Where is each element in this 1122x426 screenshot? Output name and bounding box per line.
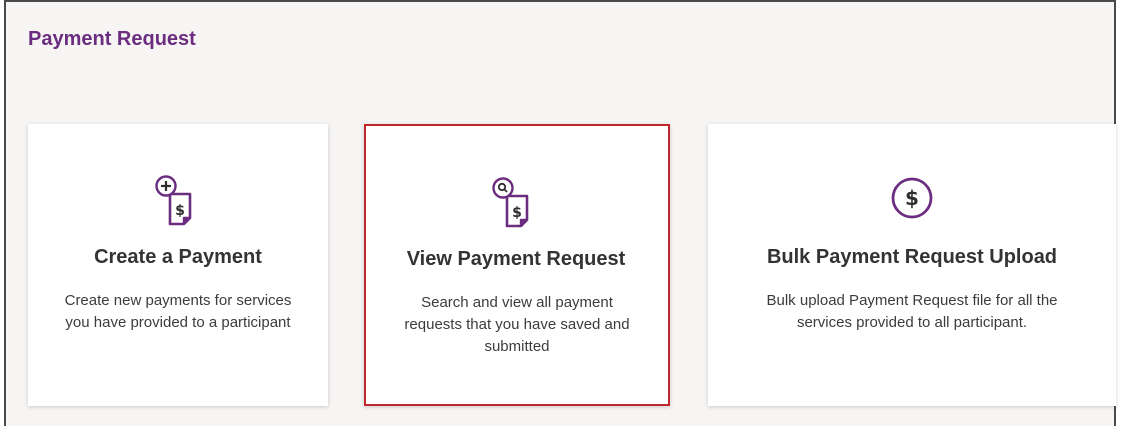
view-payment-request-card[interactable]: $ View Payment Request Search and view a… <box>364 124 670 406</box>
bulk-payment-upload-card[interactable]: $ Bulk Payment Request Upload Bulk uploa… <box>708 124 1116 406</box>
document-search-dollar-icon: $ <box>492 177 529 228</box>
svg-text:$: $ <box>512 205 522 221</box>
card-title: Create a Payment <box>94 246 262 268</box>
page-title: Payment Request <box>28 28 196 50</box>
create-payment-card[interactable]: $ Create a Payment Create new payments f… <box>28 124 328 406</box>
card-description: Create new payments for services you hav… <box>64 292 292 331</box>
document-plus-dollar-icon: $ <box>155 175 192 226</box>
dollar-circle-icon: $ <box>891 177 933 219</box>
payment-request-panel: Payment Request $ Create a Payment Creat… <box>4 0 1116 426</box>
svg-text:$: $ <box>905 186 919 210</box>
card-title: Bulk Payment Request Upload <box>766 246 1058 268</box>
svg-text:$: $ <box>175 203 185 219</box>
card-description: Bulk upload Payment Request file for all… <box>766 292 1058 331</box>
card-title: View Payment Request <box>406 248 626 270</box>
card-description: Search and view all payment requests tha… <box>404 294 630 355</box>
